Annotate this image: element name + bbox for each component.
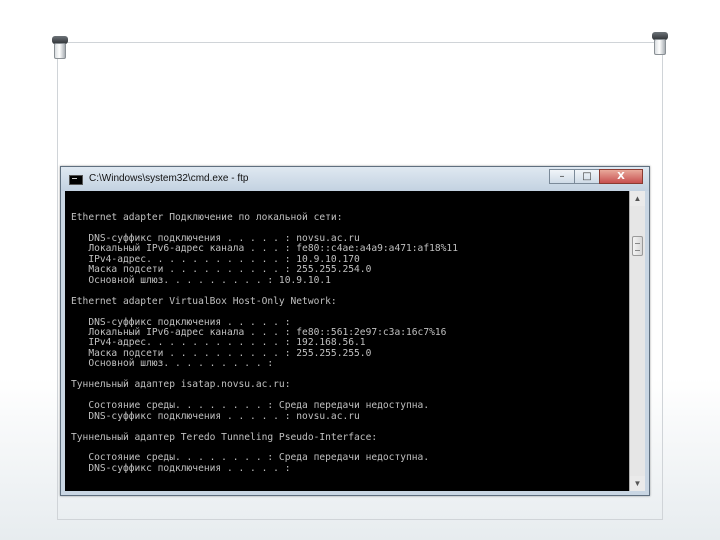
console-line: Туннельный адаптер isatap.novsu.ac.ru:	[71, 379, 291, 391]
console-text: Ethernet adapter Подключение по локально…	[65, 191, 631, 474]
console-app-icon[interactable]	[69, 175, 83, 185]
console-line: Локальный IPv6-адрес канала . . . : fe80…	[71, 326, 447, 338]
console-line: Локальный IPv6-адрес канала . . . : fe80…	[71, 243, 458, 255]
console-line: Маска подсети . . . . . . . . . . : 255.…	[71, 264, 372, 276]
pushpin-icon-left	[52, 36, 68, 62]
console-line: Состояние среды. . . . . . . . : Среда п…	[71, 400, 430, 412]
vertical-scrollbar[interactable]: ▲ ▼	[629, 191, 645, 491]
console-line: DNS-суффикс подключения . . . . . :	[71, 462, 291, 474]
console-line: Состояние среды. . . . . . . . : Среда п…	[71, 452, 430, 464]
scroll-up-arrow-icon[interactable]: ▲	[630, 191, 645, 206]
close-button[interactable]: X	[599, 169, 643, 184]
console-line: IPv4-адрес. . . . . . . . . . . . : 10.9…	[71, 253, 360, 265]
console-output-area[interactable]: Ethernet adapter Подключение по локально…	[65, 191, 631, 491]
console-line: IPv4-адрес. . . . . . . . . . . . : 192.…	[71, 337, 366, 349]
window-titlebar[interactable]: C:\Windows\system32\cmd.exe - ftp – □ X	[61, 167, 649, 191]
scroll-down-arrow-icon[interactable]: ▼	[630, 476, 645, 491]
scrollbar-thumb[interactable]	[632, 236, 643, 256]
console-line: DNS-суффикс подключения . . . . . : novs…	[71, 410, 360, 422]
window-title: C:\Windows\system32\cmd.exe - ftp	[89, 173, 249, 184]
console-line: Туннельный адаптер Teredo Tunneling Pseu…	[71, 431, 378, 443]
window-controls: – □ X	[549, 169, 643, 185]
cmd-window: C:\Windows\system32\cmd.exe - ftp – □ X …	[60, 166, 650, 496]
console-line: Основной шлюз. . . . . . . . . :	[71, 358, 274, 370]
console-line: Основной шлюз. . . . . . . . . : 10.9.10…	[71, 274, 331, 286]
minimize-button[interactable]: –	[549, 169, 575, 184]
maximize-button[interactable]: □	[574, 169, 600, 184]
pushpin-icon-right	[652, 32, 668, 58]
console-line: Ethernet adapter VirtualBox Host-Only Ne…	[71, 295, 337, 307]
console-line: Ethernet adapter Подключение по локально…	[71, 212, 343, 223]
console-line: DNS-суффикс подключения . . . . . :	[71, 316, 291, 328]
